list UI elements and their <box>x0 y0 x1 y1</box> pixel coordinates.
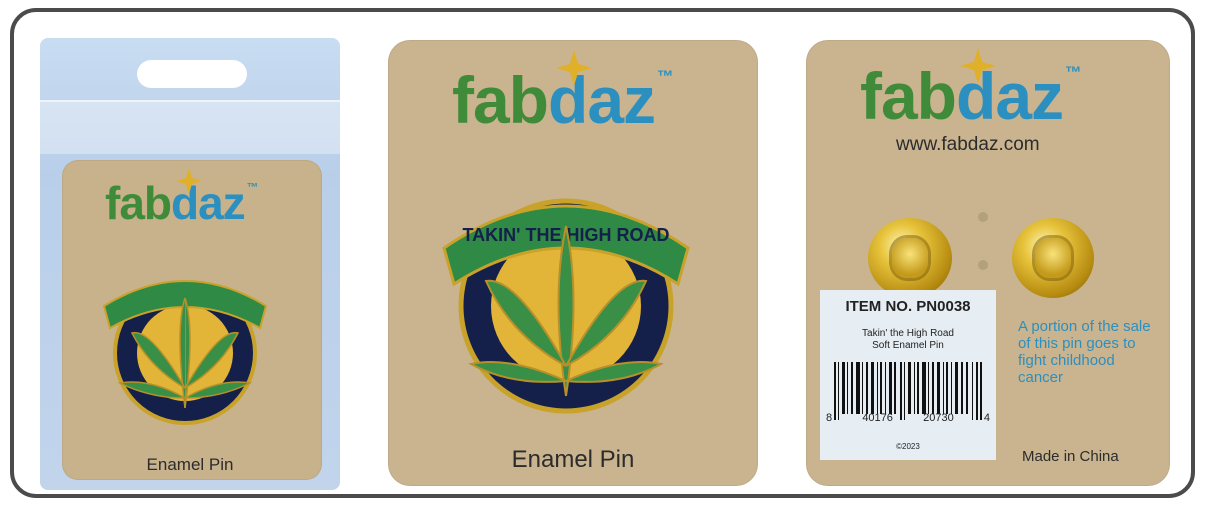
brand-url: www.fabdaz.com <box>896 134 1040 155</box>
country-of-origin: Made in China <box>1022 448 1119 465</box>
product-label-sticker: ITEM NO. PN0038 Takin' the High Road Sof… <box>820 290 996 460</box>
left-caption: Enamel Pin <box>146 455 234 474</box>
middle-logo-star-icon <box>556 50 592 86</box>
pin-clasp-right <box>1012 218 1094 298</box>
pin-clasp-left <box>868 218 952 298</box>
label-product-type: Soft Enamel Pin <box>872 340 944 351</box>
label-copyright: ©2023 <box>896 442 920 451</box>
barcode-digits: 8 40176 20730 4 <box>826 412 990 424</box>
bag-hang-hole <box>137 60 247 88</box>
label-product-name: Takin' the High Road <box>862 328 954 339</box>
card-hole-bottom <box>978 260 988 270</box>
bag-seal <box>40 100 340 154</box>
middle-caption: Enamel Pin <box>511 446 635 473</box>
left-logo-star-icon <box>176 168 202 194</box>
left-enamel-pin-icon <box>102 280 268 425</box>
item-number: ITEM NO. PN0038 <box>845 298 971 315</box>
middle-enamel-pin-icon: TAKIN' THE HIGH ROAD <box>442 198 690 414</box>
charity-note: A portion of the sale of this pin goes t… <box>1018 318 1151 386</box>
right-logo-star-icon <box>960 48 996 84</box>
card-hole-top <box>978 212 988 222</box>
